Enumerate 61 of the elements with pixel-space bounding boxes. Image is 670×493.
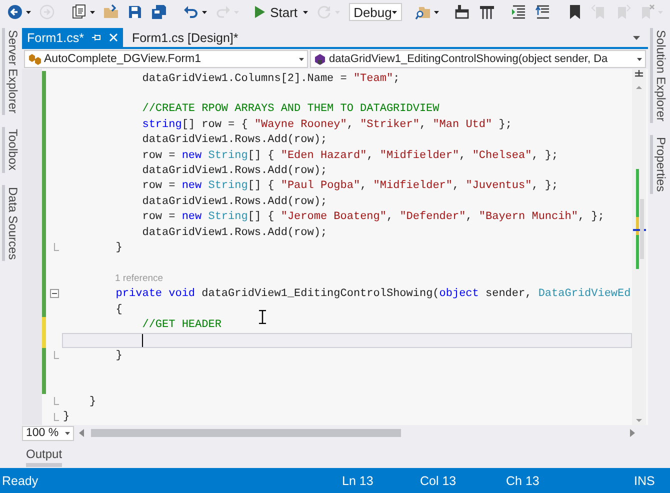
code-line: dataGridView1.Rows.Add(row); — [141, 165, 328, 178]
code-line: dataGridView1.Rows.Add(row); — [141, 196, 328, 208]
play-icon — [255, 6, 266, 18]
bookmark-previous-icon — [591, 4, 607, 20]
caret-icon — [637, 58, 642, 60]
save-icon — [127, 4, 144, 20]
code-line: { — [114, 304, 122, 316]
code-line: dataGridView1.Rows.Add(row); — [141, 226, 328, 239]
code-line: dataGridView1.Rows.Add(row); — [141, 134, 328, 146]
document-tab[interactable]: Form1.cs* — [22, 28, 123, 47]
status-text: Ready — [2, 474, 40, 488]
indent-icon — [510, 4, 527, 20]
columns-icon — [478, 4, 495, 20]
code-line: } — [114, 242, 122, 254]
folder-icon — [103, 4, 120, 20]
collapse-icon[interactable] — [50, 289, 59, 298]
bookmark-next-icon — [615, 4, 631, 20]
document-tab[interactable]: Form1.cs [Design]* — [126, 28, 244, 47]
bookmark-icon — [567, 4, 583, 20]
pin-icon[interactable] — [92, 33, 101, 42]
status-text: Ch 13 — [506, 474, 540, 488]
code-line: //CREATE RPOW ARRAYS AND THEM TO DATAGRIDVIEW — [141, 103, 440, 116]
code-line: row = new String[] { "Jerome Boateng", "Defender", "Bayern Muncih", }; — [141, 211, 604, 224]
caret-icon — [299, 58, 304, 60]
code-line: } — [114, 350, 122, 362]
close-icon[interactable] — [108, 33, 118, 42]
code-line: row = new String[] { "Eden Hazard", "Midfielder", "Chelsea", }; — [141, 150, 558, 162]
code-line: row = new String[] { "Paul Pogba", "Midfielder", "Juventus", }; — [141, 180, 558, 192]
code-line: private void dataGridView1_EditingControlShowing(object sender, DataGridViewEd — [114, 288, 631, 300]
undo-icon — [183, 4, 200, 20]
folder-search-icon — [414, 4, 431, 20]
redo-icon — [215, 4, 232, 20]
vertical-scrollbar[interactable] — [632, 69, 646, 427]
type-dropdown[interactable]: AutoComplete_DGView.Form1 — [24, 50, 308, 68]
caret-icon — [65, 432, 70, 434]
code-line: dataGridView1.Columns[2].Name = "Team"; — [141, 72, 400, 85]
caret-icon[interactable] — [633, 36, 640, 40]
text-caret — [142, 334, 144, 347]
status-text: INS — [634, 474, 656, 488]
status-text: Ln 13 — [342, 474, 374, 488]
save-all-icon — [151, 4, 168, 20]
status-text: Col 13 — [420, 474, 458, 488]
tool-window-tab[interactable]: Properties — [650, 135, 668, 194]
code-line: } — [88, 396, 96, 408]
restart-icon — [316, 4, 332, 20]
member-dropdown[interactable]: dataGridView1_EditingControlShowing(object sender, Da — [310, 50, 646, 68]
new-project-icon — [71, 4, 88, 20]
caret-icon — [392, 10, 397, 14]
code-line: string[] row = { "Wayne Rooney", "Striker", "Man Utd" }; — [141, 118, 512, 131]
configuration-dropdown[interactable]: Debug — [348, 3, 402, 21]
text-cursor-icon — [259, 310, 266, 324]
zoom-dropdown[interactable]: 100 % — [22, 426, 74, 440]
class-icon — [28, 53, 41, 65]
method-icon — [314, 53, 326, 65]
code-line: //GET HEADER — [141, 318, 222, 331]
start-button[interactable]: Start — [252, 2, 311, 22]
bookmark-clear-icon — [639, 4, 655, 20]
code-editor[interactable] — [22, 69, 648, 425]
tool-window-tab[interactable]: Solution Explorer — [650, 28, 668, 124]
code-line: } — [63, 411, 70, 424]
outdent-icon — [534, 4, 551, 20]
